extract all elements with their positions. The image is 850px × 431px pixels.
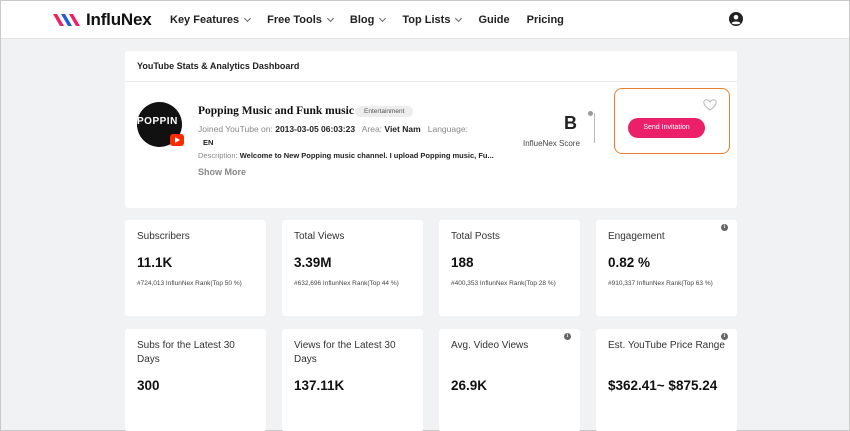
menu-top-lists[interactable]: Top Lists bbox=[402, 14, 463, 26]
menu-blog[interactable]: Blog bbox=[349, 14, 387, 26]
channel-description: Description: Welcome to New Popping musi… bbox=[198, 151, 494, 160]
logo-icon bbox=[53, 14, 80, 26]
menu-guide[interactable]: Guide bbox=[478, 14, 509, 26]
menu-label: Top Lists bbox=[402, 14, 451, 26]
info-icon[interactable] bbox=[588, 111, 593, 116]
stat-rank: #910,337 InflunNex Rank(Top 63 %) bbox=[608, 280, 713, 287]
channel-overview-card: YouTube Stats & Analytics Dashboard POPP… bbox=[125, 51, 737, 208]
invitation-box: Send Invitation bbox=[614, 88, 730, 154]
stat-card-total-posts: Total Posts 188 #400,353 InflunNex Rank(… bbox=[439, 220, 580, 316]
stat-label: Engagement bbox=[608, 231, 665, 242]
stat-label: Avg. Video Views bbox=[451, 340, 529, 351]
menu-pricing[interactable]: Pricing bbox=[527, 14, 564, 26]
influenex-score-grade: B bbox=[564, 113, 577, 133]
brand-logo[interactable]: InfluNex bbox=[51, 10, 152, 30]
stat-label: Views for the Latest 30 Days bbox=[294, 340, 396, 365]
stat-label: Est. YouTube Price Range bbox=[608, 340, 725, 351]
chevron-down-icon bbox=[455, 14, 463, 23]
description-value: Welcome to New Popping music channel. I … bbox=[239, 151, 494, 160]
menu-label: Key Features bbox=[170, 14, 240, 26]
chevron-down-icon bbox=[244, 14, 252, 23]
stat-value: 0.82 % bbox=[608, 255, 651, 270]
stat-card-subscribers: Subscribers 11.1K #724,013 InflunNex Ran… bbox=[125, 220, 266, 316]
stat-card-total-views: Total Views 3.39M #632,696 InflunNex Ran… bbox=[282, 220, 423, 316]
area-value: Viet Nam bbox=[384, 124, 421, 134]
channel-name: Popping Music and Funk music bbox=[198, 105, 354, 117]
joined-value: 2013-03-05 06:03:23 bbox=[275, 124, 356, 134]
show-more-link[interactable]: Show More bbox=[198, 167, 246, 177]
brand-name: InfluNex bbox=[86, 10, 152, 29]
language-label: Language: bbox=[427, 124, 468, 134]
dashboard-title: YouTube Stats & Analytics Dashboard bbox=[137, 61, 300, 71]
main-menu: Key Features Free Tools Blog Top Lists G… bbox=[170, 14, 581, 26]
stat-label: Subscribers bbox=[137, 231, 190, 242]
stat-value: 26.9K bbox=[451, 378, 488, 393]
menu-label: Blog bbox=[349, 14, 375, 26]
account-circle-icon[interactable] bbox=[729, 12, 743, 26]
chevron-down-icon bbox=[379, 14, 387, 23]
stat-label: Subs for the Latest 30 Days bbox=[137, 340, 235, 365]
joined-label: Joined YouTube on: bbox=[198, 124, 273, 134]
description-label: Description: bbox=[198, 151, 238, 160]
send-invitation-button[interactable]: Send Invitation bbox=[628, 118, 705, 138]
language-value: EN bbox=[203, 138, 214, 147]
stat-card-price-range: i Est. YouTube Price Range $362.41~ $875… bbox=[596, 329, 737, 431]
stat-card-views-30-days: Views for the Latest 30 Days 137.11K bbox=[282, 329, 423, 431]
stat-card-subs-30-days: Subs for the Latest 30 Days 300 bbox=[125, 329, 266, 431]
menu-label: Free Tools bbox=[267, 14, 322, 26]
menu-key-features[interactable]: Key Features bbox=[170, 14, 252, 26]
stat-label: Total Views bbox=[294, 231, 345, 242]
stat-rank: #724,013 InflunNex Rank(Top 50 %) bbox=[137, 280, 242, 287]
stat-rank: #400,353 InflunNex Rank(Top 28 %) bbox=[451, 280, 556, 287]
divider bbox=[125, 81, 737, 82]
stat-value: 300 bbox=[137, 378, 160, 393]
stat-value: 11.1K bbox=[137, 255, 173, 270]
youtube-icon bbox=[170, 134, 184, 146]
category-badge: Entertainment bbox=[355, 106, 414, 117]
influenex-score-label: InflueNex Score bbox=[523, 139, 580, 148]
chevron-down-icon bbox=[326, 14, 334, 23]
stat-card-avg-video-views: i Avg. Video Views 26.9K bbox=[439, 329, 580, 431]
menu-label: Pricing bbox=[526, 14, 564, 26]
menu-free-tools[interactable]: Free Tools bbox=[267, 14, 334, 26]
stat-card-engagement: i Engagement 0.82 % #910,337 InflunNex R… bbox=[596, 220, 737, 316]
divider bbox=[594, 113, 595, 143]
stat-value: 188 bbox=[451, 255, 474, 270]
avatar-text: POPPIN bbox=[137, 116, 178, 127]
stat-label: Total Posts bbox=[451, 231, 500, 242]
area-label: Area: bbox=[361, 124, 383, 134]
heart-outline-icon[interactable] bbox=[703, 99, 717, 111]
channel-meta: Joined YouTube on: 2013-03-05 06:03:23 A… bbox=[198, 124, 468, 134]
stat-rank: #632,696 InflunNex Rank(Top 44 %) bbox=[294, 280, 399, 287]
top-navbar: InfluNex Key Features Free Tools Blog To… bbox=[1, 1, 849, 39]
stat-value: $362.41~ $875.24 bbox=[608, 378, 718, 393]
stat-value: 137.11K bbox=[294, 378, 345, 393]
stat-value: 3.39M bbox=[294, 255, 332, 270]
menu-label: Guide bbox=[478, 14, 510, 26]
